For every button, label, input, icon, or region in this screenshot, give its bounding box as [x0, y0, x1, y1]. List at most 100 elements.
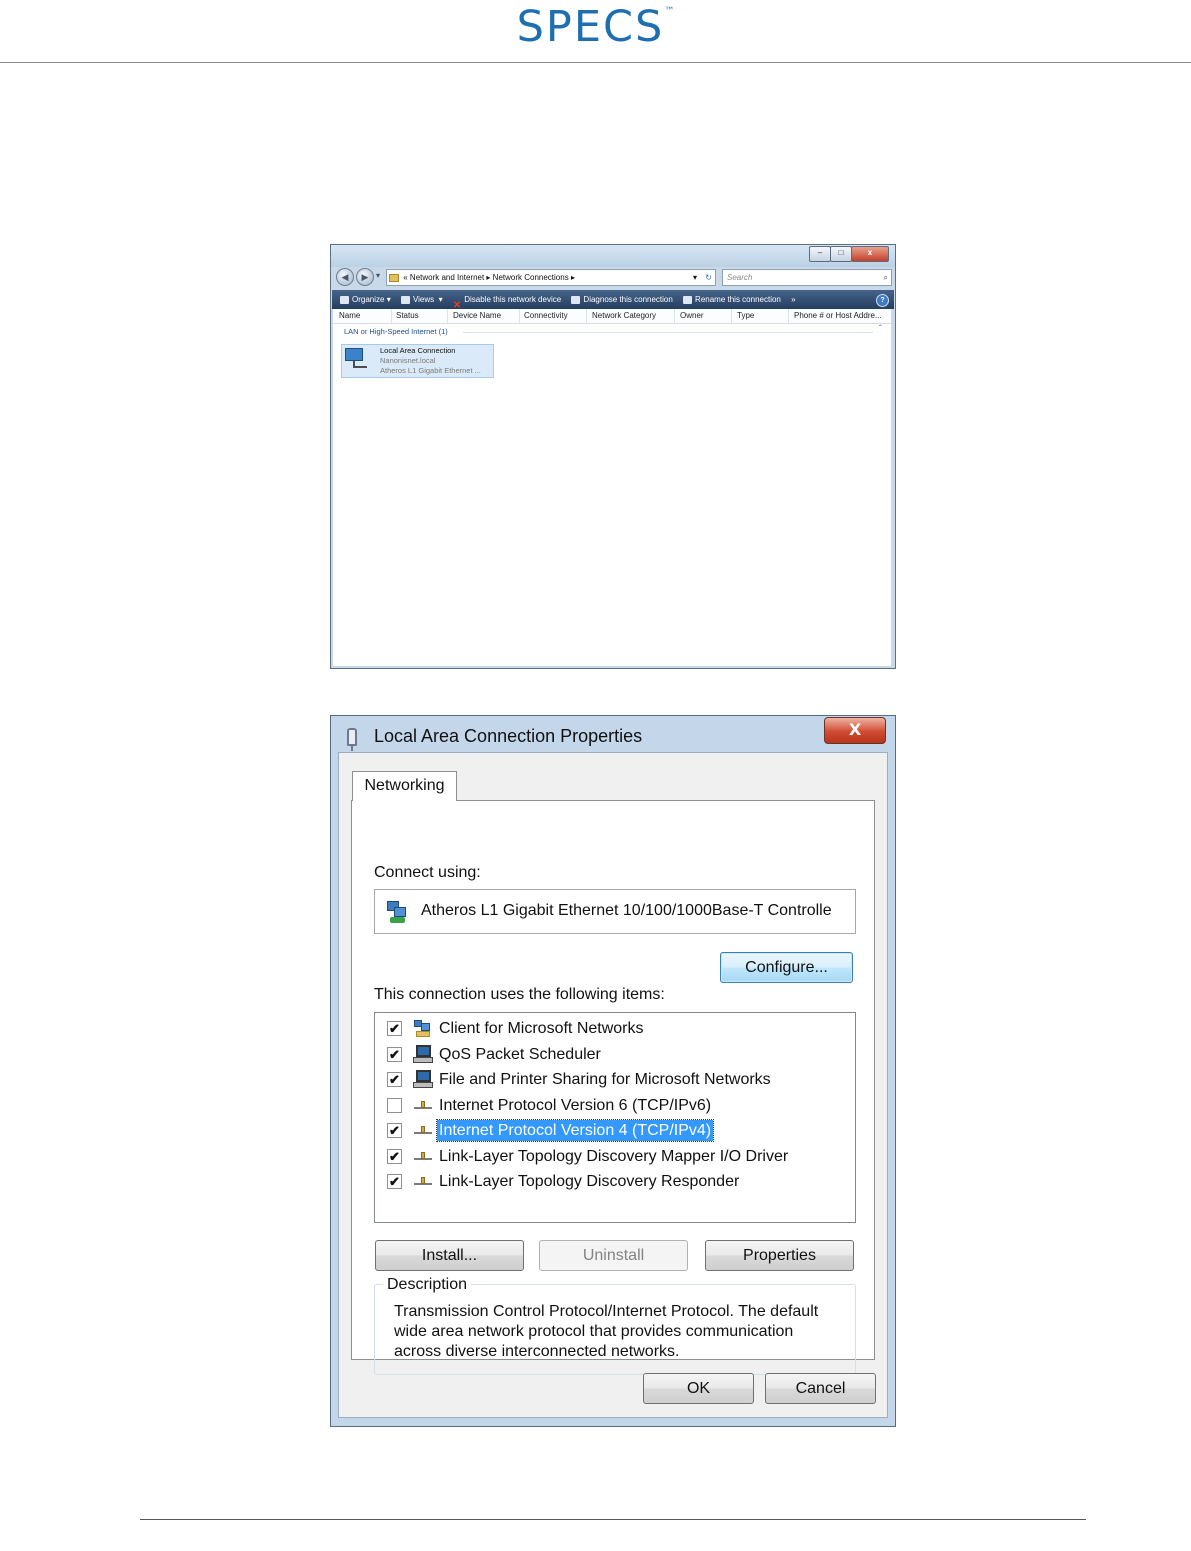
- configure-button[interactable]: Configure...: [720, 952, 853, 983]
- connect-using-label: Connect using:: [374, 864, 481, 881]
- list-item[interactable]: Internet Protocol Version 6 (TCP/IPv6): [375, 1093, 855, 1118]
- item-label: QoS Packet Scheduler: [439, 1046, 601, 1063]
- list-item[interactable]: ✔ Link-Layer Topology Discovery Mapper I…: [375, 1144, 855, 1169]
- minimize-button[interactable]: –: [809, 246, 831, 262]
- dialog-title: Local Area Connection Properties: [374, 726, 643, 746]
- column-network-category[interactable]: Network Category: [592, 309, 656, 323]
- install-button[interactable]: Install...: [375, 1240, 524, 1271]
- item-checkbox[interactable]: ✔: [387, 1047, 402, 1062]
- dialog-body: Networking Connect using: Atheros L1 Gig…: [338, 752, 888, 1418]
- explorer-close-button[interactable]: x: [851, 246, 889, 262]
- group-divider: [463, 332, 873, 333]
- protocol-icon: [413, 1147, 433, 1166]
- more-commands-button[interactable]: »: [791, 290, 795, 309]
- breadcrumb-network-connections[interactable]: Network Connections: [493, 273, 569, 282]
- explorer-navbar: ◀ ▶ ▾ « Network and Internet ▸ Network C…: [331, 267, 895, 289]
- search-input[interactable]: Search ⌕: [722, 269, 892, 286]
- address-overflow[interactable]: «: [403, 273, 407, 282]
- column-separator[interactable]: [674, 309, 675, 323]
- header-rule: [0, 62, 1191, 63]
- column-owner[interactable]: Owner: [680, 309, 704, 323]
- list-item[interactable]: ✔ Client for Microsoft Networks: [375, 1016, 855, 1041]
- item-checkbox[interactable]: [387, 1098, 402, 1113]
- computer-icon: [413, 1045, 433, 1064]
- connection-name: Local Area Connection: [380, 346, 456, 355]
- footer-rule: [140, 1519, 1086, 1520]
- network-connection-icon: [345, 348, 367, 368]
- maximize-button[interactable]: □: [830, 246, 852, 262]
- local-area-connection-item[interactable]: Local Area Connection Nanonisnet.local A…: [341, 344, 494, 378]
- command-bar: Organize ▾ Views ▾ ✕Disable this network…: [332, 290, 894, 309]
- network-adapter-icon: [387, 901, 409, 923]
- network-adapter-icon: [347, 728, 357, 751]
- column-separator[interactable]: [788, 309, 789, 323]
- protocol-icon: [413, 1172, 433, 1191]
- list-item[interactable]: ✔ QoS Packet Scheduler: [375, 1042, 855, 1067]
- computer-icon: [413, 1070, 433, 1089]
- column-device-name[interactable]: Device Name: [453, 309, 501, 323]
- organize-icon: [340, 295, 349, 304]
- network-folder-icon: [389, 273, 399, 282]
- item-checkbox[interactable]: ✔: [387, 1021, 402, 1036]
- column-connectivity[interactable]: Connectivity: [524, 309, 568, 323]
- item-checkbox[interactable]: ✔: [387, 1072, 402, 1087]
- description-text: Transmission Control Protocol/Internet P…: [394, 1303, 819, 1360]
- views-button[interactable]: Views ▾: [400, 290, 443, 309]
- column-separator[interactable]: [447, 309, 448, 323]
- breadcrumb-network-and-internet[interactable]: Network and Internet: [410, 273, 484, 282]
- item-label: Link-Layer Topology Discovery Mapper I/O…: [439, 1148, 789, 1165]
- list-item-selected[interactable]: ✔ Internet Protocol Version 4 (TCP/IPv4): [375, 1118, 855, 1143]
- column-name[interactable]: Name: [339, 309, 360, 323]
- item-label: Link-Layer Topology Discovery Responder: [439, 1173, 740, 1190]
- ok-button[interactable]: OK: [643, 1373, 754, 1404]
- components-list[interactable]: ✔ Client for Microsoft Networks ✔ QoS Pa…: [374, 1012, 856, 1223]
- search-icon[interactable]: ⌕: [884, 270, 888, 285]
- column-phone-host[interactable]: Phone # or Host Addre...: [794, 309, 882, 323]
- cancel-button[interactable]: Cancel: [765, 1373, 876, 1404]
- column-header-row: Name Status Device Name Connectivity Net…: [333, 309, 891, 324]
- column-separator[interactable]: [731, 309, 732, 323]
- address-bar[interactable]: « Network and Internet ▸ Network Connect…: [386, 269, 716, 286]
- list-item[interactable]: ✔ File and Printer Sharing for Microsoft…: [375, 1067, 855, 1092]
- protocol-icon: [413, 1096, 433, 1115]
- diagnose-button[interactable]: Diagnose this connection: [571, 290, 673, 309]
- adapter-field: Atheros L1 Gigabit Ethernet 10/100/1000B…: [374, 889, 856, 934]
- recent-pages-button[interactable]: ▾: [376, 271, 380, 280]
- uninstall-button[interactable]: Uninstall: [539, 1240, 688, 1271]
- rename-icon: [683, 295, 693, 304]
- breadcrumb-separator[interactable]: ▸: [571, 273, 575, 282]
- column-separator[interactable]: [586, 309, 587, 323]
- refresh-icon[interactable]: ↻: [705, 270, 712, 285]
- list-item[interactable]: ✔ Link-Layer Topology Discovery Responde…: [375, 1169, 855, 1194]
- items-label: This connection uses the following items…: [374, 986, 665, 1003]
- tab-networking[interactable]: Networking: [352, 771, 457, 801]
- connections-list: Name Status Device Name Connectivity Net…: [333, 309, 891, 666]
- collapse-group-icon[interactable]: ˆ: [879, 324, 882, 333]
- item-label: Internet Protocol Version 6 (TCP/IPv6): [439, 1097, 712, 1114]
- address-dropdown-icon[interactable]: ▾: [693, 270, 697, 285]
- disable-icon: ✕: [452, 299, 462, 309]
- item-checkbox[interactable]: ✔: [387, 1123, 402, 1138]
- back-button[interactable]: ◀: [336, 268, 354, 286]
- help-icon[interactable]: ?: [876, 294, 889, 307]
- item-label: File and Printer Sharing for Microsoft N…: [439, 1071, 771, 1088]
- forward-button[interactable]: ▶: [356, 268, 374, 286]
- rename-button[interactable]: Rename this connection: [683, 290, 781, 309]
- protocol-icon: [413, 1121, 433, 1140]
- breadcrumb-separator[interactable]: ▸: [486, 273, 490, 282]
- properties-button[interactable]: Properties: [705, 1240, 854, 1271]
- dialog-close-button[interactable]: X: [824, 717, 886, 744]
- network-connections-window: – □ x ◀ ▶ ▾ « Network and Internet ▸ Net…: [330, 244, 896, 669]
- item-checkbox[interactable]: ✔: [387, 1149, 402, 1164]
- item-checkbox[interactable]: ✔: [387, 1174, 402, 1189]
- column-type[interactable]: Type: [737, 309, 754, 323]
- disable-device-button[interactable]: ✕Disable this network device: [453, 290, 561, 309]
- connection-device: Atheros L1 Gigabit Ethernet ...: [380, 366, 481, 375]
- column-separator[interactable]: [519, 309, 520, 323]
- column-status[interactable]: Status: [396, 309, 419, 323]
- adapter-name: Atheros L1 Gigabit Ethernet 10/100/1000B…: [421, 902, 832, 919]
- organize-button[interactable]: Organize ▾: [340, 290, 391, 309]
- column-separator[interactable]: [391, 309, 392, 323]
- group-header-lan[interactable]: LAN or High-Speed Internet (1): [344, 327, 448, 336]
- specs-logo: SPECS™: [516, 2, 675, 52]
